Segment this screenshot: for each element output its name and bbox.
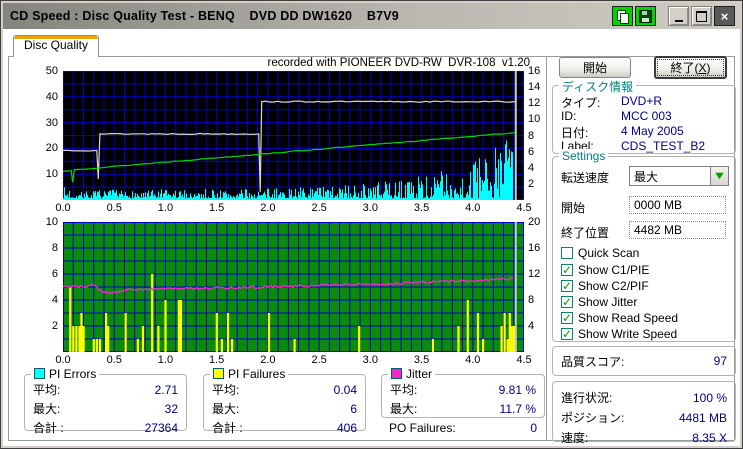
start-position-label: 開始 — [561, 199, 585, 216]
maximize-button[interactable] — [691, 6, 712, 26]
pi-failures-jitter-chart — [63, 222, 524, 352]
checkbox-icon — [561, 247, 573, 259]
checkbox-show-jitter[interactable]: Show Jitter — [561, 295, 637, 309]
close-button[interactable]: × — [714, 6, 735, 26]
checkbox-icon — [561, 312, 573, 324]
checkbox-icon — [561, 264, 573, 276]
pi-errors-chart — [63, 71, 524, 200]
pi-failures-panel: PI Failures 平均:0.04 最大:6 合計 :406 — [203, 374, 366, 431]
checkbox-show-c1-pie[interactable]: Show C1/PIE — [561, 263, 649, 277]
po-failures-label: PO Failures: — [389, 421, 456, 435]
tab-disc-quality[interactable]: Disc Quality — [13, 35, 99, 57]
jitter-legend-swatch — [391, 368, 402, 379]
chevron-down-icon: ▼ — [712, 171, 726, 182]
settings-title: Settings — [559, 149, 608, 163]
quality-score-group: 品質スコア: 97 — [552, 346, 736, 376]
disc-info-title: ディスク情報 — [559, 78, 636, 95]
checkbox-show-write-speed[interactable]: Show Write Speed — [561, 327, 677, 341]
status-group: 進行状況:100 % ポジション:4481 MB 速度:8.35 X — [552, 381, 736, 442]
pi-errors-legend-swatch — [34, 368, 45, 379]
minimize-icon — [675, 20, 683, 22]
status-row: 速度:8.35 X — [553, 426, 735, 446]
transfer-speed-select[interactable]: 最大 ▼ — [629, 166, 729, 186]
dropdown-button[interactable]: ▼ — [710, 167, 728, 185]
pi-failures-legend-swatch — [213, 368, 224, 379]
po-failures-row: PO Failures: 0 — [389, 421, 537, 435]
pi-errors-panel-title: PI Errors — [31, 367, 99, 381]
checkbox-icon — [561, 296, 573, 308]
status-row: 進行状況:100 % — [553, 382, 735, 406]
titlebar-buttons: × — [612, 6, 740, 26]
titlebar: CD Speed : Disc Quality Test - BENQ DVD … — [3, 3, 740, 29]
minimize-button[interactable] — [668, 6, 689, 26]
window-title: CD Speed : Disc Quality Test - BENQ DVD … — [3, 9, 399, 23]
close-icon: × — [721, 10, 729, 23]
cd-speed-window: { "titlebar": { "title": "CD Speed : Dis… — [0, 0, 743, 449]
save-button[interactable] — [635, 6, 656, 26]
pi-errors-panel: PI Errors 平均:2.71 最大:32 合計 :27364 — [24, 374, 187, 431]
quality-score-label: 品質スコア: — [561, 353, 624, 370]
end-position-field[interactable]: 4482 MB — [629, 221, 726, 239]
transfer-speed-value: 最大 — [630, 168, 710, 185]
disc-info-group: ディスク情報 タイプ: DVD+R ID: MCC 003 日付: 4 May … — [552, 85, 736, 154]
jitter-panel: Jitter 平均:9.81 % 最大:11.7 % — [381, 374, 545, 418]
checkbox-show-read-speed[interactable]: Show Read Speed — [561, 311, 678, 325]
pi-failures-panel-title: PI Failures — [210, 367, 288, 381]
po-failures-value: 0 — [530, 421, 537, 435]
copy-button[interactable] — [612, 6, 633, 26]
exit-button[interactable]: 終了(X) — [654, 56, 727, 79]
checkbox-quick-scan[interactable]: Quick Scan — [561, 246, 639, 260]
transfer-speed-label: 転送速度 — [561, 169, 609, 186]
checkbox-show-c2-pif[interactable]: Show C2/PIF — [561, 279, 649, 293]
recorded-with-note: recorded with PIONEER DVD-RW DVR-108 v1.… — [250, 57, 530, 69]
maximize-icon — [696, 11, 707, 22]
end-position-label: 終了位置 — [561, 224, 609, 241]
checkbox-icon — [561, 280, 573, 292]
start-button[interactable]: 開始 — [559, 57, 631, 78]
checkbox-icon — [561, 328, 573, 340]
save-icon — [639, 10, 652, 23]
quality-score-value: 97 — [714, 354, 727, 368]
status-row: ポジション:4481 MB — [553, 406, 735, 426]
copy-icon — [617, 10, 628, 22]
jitter-panel-title: Jitter — [388, 367, 435, 381]
vertical-divider — [546, 57, 550, 440]
settings-group: Settings 転送速度 最大 ▼ 開始 0000 MB 終了位置 4482 … — [552, 156, 736, 342]
start-position-field[interactable]: 0000 MB — [629, 196, 726, 214]
